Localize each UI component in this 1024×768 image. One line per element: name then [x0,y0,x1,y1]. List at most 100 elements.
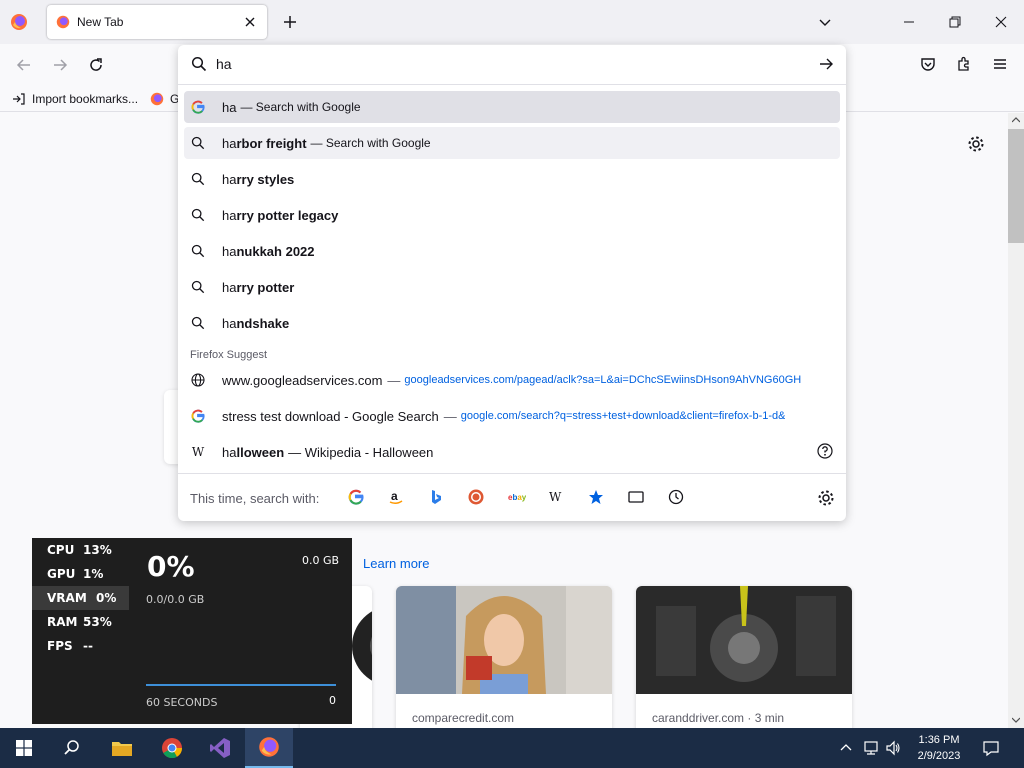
divider [178,84,846,85]
taskbar: 1:36 PM 2/9/2023 [0,728,1024,768]
firefox-icon[interactable] [10,13,28,31]
volume-icon[interactable] [885,740,901,756]
suggest-row[interactable]: www.googleadservices.com — googleadservi… [184,364,840,396]
suggestion-row[interactable]: ha ndshake [184,307,840,339]
google-icon [190,99,206,115]
wikipedia-icon: W [191,445,205,459]
perf-row: VRAM 0% [32,586,129,610]
divider [178,473,846,474]
notification-icon[interactable] [982,739,1000,757]
story-source: caranddriver.com · 3 min [652,711,785,725]
bookmark-item[interactable]: G [150,91,179,107]
search-icon [190,315,206,331]
svg-text:ebay: ebay [508,493,526,502]
pocket-icon[interactable] [919,55,937,73]
perf-graph-line [146,684,336,686]
duckduckgo-icon[interactable] [468,489,484,505]
help-icon[interactable] [816,442,834,460]
suggestion-completion: rbor freight [236,135,307,151]
close-icon[interactable] [243,15,257,29]
wikipedia-suggest-row[interactable]: W ha lloween — Wikipedia - Halloween [184,436,840,468]
start-button[interactable] [0,728,48,768]
story-card[interactable]: comparecredit.com [396,586,612,736]
taskbar-chrome[interactable] [148,728,196,768]
bookmark-import[interactable]: Import bookmarks... [12,91,138,107]
story-source: comparecredit.com [412,711,515,725]
search-icon [63,739,81,757]
search-icon [190,279,206,295]
scroll-down-icon[interactable] [1012,716,1020,724]
taskbar-clock[interactable]: 1:36 PM 2/9/2023 [906,732,972,764]
gear-icon[interactable] [967,135,985,153]
learn-more-link[interactable]: Learn more [363,556,429,571]
perf-big-value: 0% [147,550,195,583]
gear-icon[interactable] [817,489,835,507]
network-icon[interactable] [862,740,880,756]
bookmarks-icon[interactable] [588,489,604,505]
restore-icon[interactable] [946,13,964,31]
perf-window: 60 SECONDS [146,696,218,709]
suggest-url: googleadservices.com/pagead/aclk?sa=L&ai… [404,374,802,386]
chevron-down-icon[interactable] [817,14,833,30]
suggestion-row[interactable]: ha rry potter legacy [184,199,840,231]
suggestion-typed: ha [222,171,237,187]
perf-row: GPU 1% [32,562,129,586]
taskbar-search[interactable] [48,728,96,768]
taskbar-visual-studio[interactable] [196,728,244,768]
suggestion-completion: rry styles [236,171,295,187]
suggestion-row[interactable]: ha rry potter [184,271,840,303]
suggestion-typed: ha [222,315,237,331]
forward-arrow-icon[interactable] [51,56,69,74]
wikipedia-icon[interactable]: W [548,489,564,505]
taskbar-file-explorer[interactable] [98,728,146,768]
suggestion-action: — Search with Google [240,100,361,114]
suggest-title: — Wikipedia - Halloween [288,444,434,460]
suggestion-row[interactable]: ha rry styles [184,163,840,195]
google-icon [190,408,206,424]
suggestion-row[interactable]: ha — Search with Google [184,91,840,123]
google-icon[interactable] [348,489,364,505]
suggestion-typed: ha [222,243,237,259]
suggest-title: www.googleadservices.com [222,372,383,388]
suggestion-row[interactable]: ha rbor freight — Search with Google [184,127,840,159]
suggestion-typed: ha [222,99,237,115]
clock-date: 2/9/2023 [917,750,961,762]
chrome-icon [161,737,183,759]
reload-icon[interactable] [87,56,105,74]
amazon-icon[interactable]: a [388,489,404,505]
new-tab-button[interactable] [281,13,299,31]
perf-row: RAM 53% [32,610,129,634]
back-arrow-icon[interactable] [15,56,33,74]
window-close-icon[interactable] [992,13,1010,31]
tabs-icon[interactable] [628,489,644,505]
minimize-icon[interactable] [900,14,918,30]
perf-value: 13% [83,543,112,557]
perf-axis-value: 0 [329,694,336,707]
perf-gb: 0.0 GB [302,554,340,567]
bing-icon[interactable] [428,489,444,505]
hamburger-menu-icon[interactable] [991,55,1009,73]
story-card[interactable]: caranddriver.com · 3 min [636,586,852,736]
suggestion-row[interactable]: ha nukkah 2022 [184,235,840,267]
tab-title: New Tab [77,15,124,29]
search-icon [190,207,206,223]
bookmark-import-label: Import bookmarks... [32,92,139,106]
taskbar-firefox[interactable] [245,728,293,768]
ebay-icon[interactable]: ebay [508,489,526,505]
history-icon[interactable] [668,489,684,505]
scroll-up-icon[interactable] [1012,116,1020,124]
firefox-icon [56,15,70,29]
tab-new-tab[interactable]: New Tab [47,5,267,39]
search-icon [190,171,206,187]
address-input[interactable] [216,54,796,74]
performance-overlay: CPU 13% GPU 1% VRAM 0% RAM 53% FPS -- 0% 0.0 … [32,538,352,724]
extensions-icon[interactable] [955,55,973,73]
go-arrow-icon[interactable] [818,56,834,72]
search-icon [191,56,207,72]
chevron-up-icon[interactable] [838,740,854,756]
folder-icon [111,739,133,757]
scroll-thumb[interactable] [1008,129,1024,243]
story-image [396,586,612,694]
page-scrollbar[interactable] [1008,113,1024,728]
suggest-row[interactable]: stress test download - Google Search — g… [184,400,840,432]
